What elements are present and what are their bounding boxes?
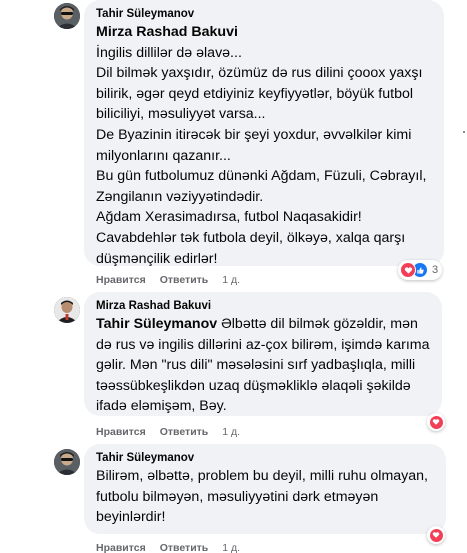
comment-bubble: Tahir Süleymanov Bilirəm, əlbəttə, probl…: [84, 444, 446, 534]
avatar-photo-icon: [54, 297, 80, 323]
comment-time[interactable]: 1 д.: [222, 274, 240, 286]
love-icon: [400, 262, 416, 278]
love-icon: [428, 414, 444, 430]
like-button[interactable]: Нравится: [96, 426, 146, 438]
reply-button[interactable]: Ответить: [160, 426, 209, 438]
comment-bubble: Mirza Rashad Bakuvi Tahir Süleymanov Əlb…: [84, 292, 442, 416]
avatar-photo-icon: [54, 449, 80, 475]
reply-button[interactable]: Ответить: [160, 274, 209, 286]
reply-button[interactable]: Ответить: [160, 542, 209, 553]
avatar[interactable]: [54, 3, 80, 29]
reaction-count: 3: [432, 264, 439, 276]
comment-text: Mirza Rashad Bakuvi İngilis dillilər də …: [96, 22, 432, 269]
comment-actions: Нравится Ответить 1 д.: [96, 425, 240, 439]
avatar[interactable]: [54, 297, 80, 323]
comment-time[interactable]: 1 д.: [222, 542, 240, 553]
comment-text: Tahir Süleymanov Əlbəttə dil bilmək gözə…: [96, 314, 430, 417]
like-button[interactable]: Нравится: [96, 274, 146, 286]
reactions-summary[interactable]: [427, 413, 445, 431]
comment-author[interactable]: Tahir Süleymanov: [96, 7, 432, 22]
comment-author[interactable]: Mirza Rashad Bakuvi: [96, 299, 430, 314]
comment-actions: Нравится Ответить 1 д.: [96, 541, 240, 553]
like-button[interactable]: Нравится: [96, 542, 146, 553]
mention-link[interactable]: Mirza Rashad Bakuvi: [96, 24, 238, 40]
comment-body: Bilirəm, əlbəttə, problem bu deyil, mill…: [96, 468, 432, 526]
reactions-summary[interactable]: [427, 526, 445, 544]
comment-author[interactable]: Tahir Süleymanov: [96, 451, 434, 466]
mention-link[interactable]: Tahir Süleymanov: [96, 316, 217, 332]
love-icon: [428, 527, 444, 543]
reactions-summary[interactable]: 3: [398, 260, 443, 280]
avatar[interactable]: [54, 449, 80, 475]
comment-bubble: Tahir Süleymanov Mirza Rashad Bakuvi İng…: [84, 0, 444, 269]
more-options-icon[interactable]: [463, 131, 465, 133]
comment-time[interactable]: 1 д.: [222, 426, 240, 438]
avatar-photo-icon: [54, 3, 80, 29]
comment-actions: Нравится Ответить 1 д.: [96, 273, 240, 287]
comment-body: İngilis dillilər də əlavə... Dil bilmək …: [96, 44, 427, 267]
